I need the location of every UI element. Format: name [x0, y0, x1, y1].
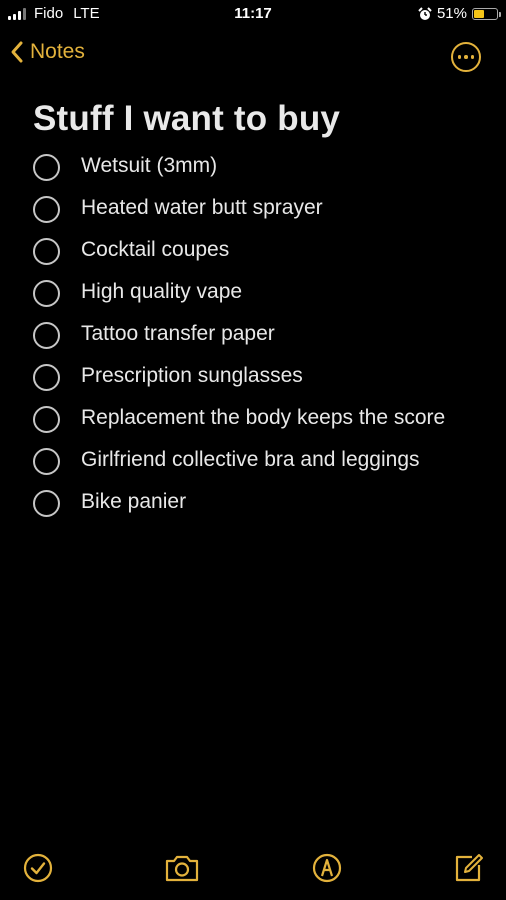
checklist-item[interactable]: Wetsuit (3mm): [33, 152, 473, 181]
checklist-item-text[interactable]: Girlfriend collective bra and leggings: [81, 446, 420, 474]
checklist-item-text[interactable]: Heated water butt sprayer: [81, 194, 323, 222]
checkbox-circle[interactable]: [33, 280, 60, 307]
status-bar: Fido LTE 11:17 51%: [0, 0, 506, 28]
checkbox-circle[interactable]: [33, 364, 60, 391]
bottom-toolbar: [0, 840, 506, 900]
checklist-item-text[interactable]: High quality vape: [81, 278, 242, 306]
ellipsis-dot: [470, 55, 475, 59]
checklist-button[interactable]: [20, 850, 56, 886]
checklist-item[interactable]: Prescription sunglasses: [33, 362, 473, 391]
back-button-label: Notes: [30, 40, 85, 63]
ellipsis-dot: [457, 55, 462, 59]
checklist-item-text[interactable]: Wetsuit (3mm): [81, 152, 217, 180]
checklist-item[interactable]: Bike panier: [33, 488, 473, 517]
checklist-item-text[interactable]: Replacement the body keeps the score: [81, 404, 445, 432]
checklist-item[interactable]: Girlfriend collective bra and leggings: [33, 446, 473, 475]
camera-icon: [165, 855, 199, 882]
checklist-item[interactable]: Tattoo transfer paper: [33, 320, 473, 349]
checklist-item[interactable]: Replacement the body keeps the score: [33, 404, 473, 433]
checklist-item-text[interactable]: Tattoo transfer paper: [81, 320, 275, 348]
checkbox-circle[interactable]: [33, 322, 60, 349]
back-button[interactable]: Notes: [10, 40, 85, 64]
checkbox-circle[interactable]: [33, 238, 60, 265]
checkbox-circle[interactable]: [33, 490, 60, 517]
note-title[interactable]: Stuff I want to buy: [33, 99, 340, 139]
checkbox-circle[interactable]: [33, 154, 60, 181]
battery-percent: 51%: [436, 5, 467, 22]
ellipsis-dot: [464, 55, 468, 59]
checklist-item[interactable]: Heated water butt sprayer: [33, 194, 473, 223]
more-options-button[interactable]: [451, 42, 481, 72]
checklist-item-text[interactable]: Cocktail coupes: [81, 236, 229, 264]
status-right: 51%: [418, 5, 501, 22]
markup-icon: [312, 853, 342, 883]
battery-icon: [472, 7, 501, 20]
compose-icon: [455, 854, 483, 882]
checklist: Wetsuit (3mm) Heated water butt sprayer Co…: [33, 152, 473, 530]
checklist-item[interactable]: High quality vape: [33, 278, 473, 307]
checkbox-circle[interactable]: [33, 448, 60, 475]
chevron-left-icon: [11, 41, 23, 63]
checkbox-circle[interactable]: [33, 406, 60, 433]
checklist-icon: [23, 853, 53, 883]
markup-button[interactable]: [309, 850, 345, 886]
checkbox-circle[interactable]: [33, 196, 60, 223]
battery-level: [474, 9, 485, 18]
camera-button[interactable]: [164, 850, 200, 886]
checklist-item-text[interactable]: Prescription sunglasses: [81, 362, 303, 390]
alarm-clock-icon: [418, 6, 432, 20]
checklist-item-text[interactable]: Bike panier: [81, 488, 186, 516]
checklist-item[interactable]: Cocktail coupes: [33, 236, 473, 265]
compose-button[interactable]: [450, 850, 486, 886]
